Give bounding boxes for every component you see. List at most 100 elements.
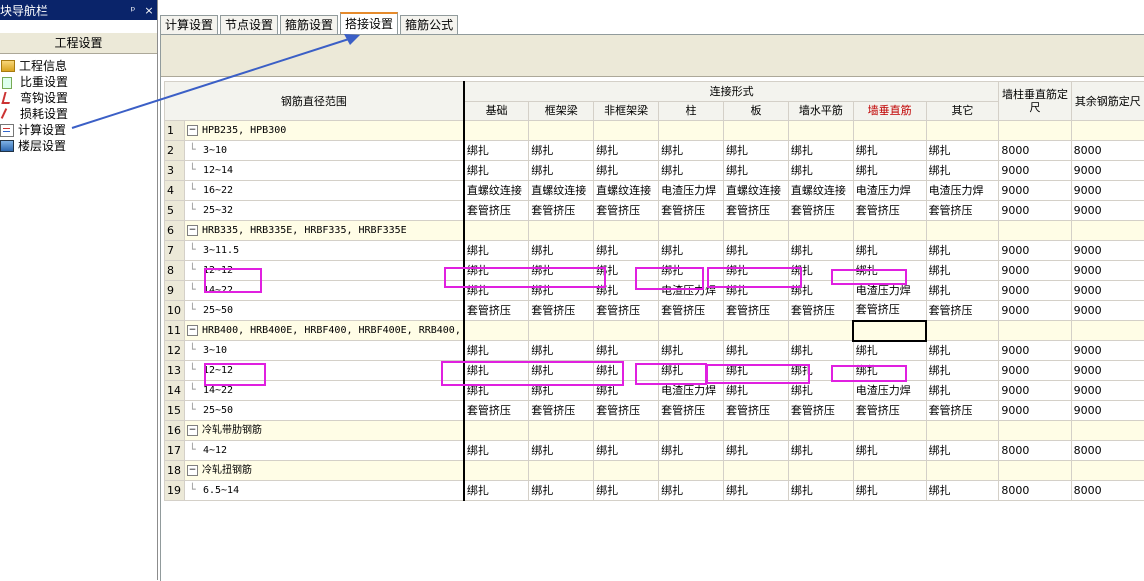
table-row[interactable]: 14└14~22绑扎绑扎绑扎电渣压力焊绑扎绑扎电渣压力焊绑扎90009000 <box>165 381 1144 401</box>
join-cell[interactable]: 绑扎 <box>788 341 853 361</box>
join-cell[interactable]: 套管挤压 <box>853 201 926 221</box>
other-fix-cell[interactable]: 8000 <box>1071 441 1144 461</box>
header-col-7[interactable]: 其它 <box>926 101 999 121</box>
other-fix-cell[interactable] <box>1071 461 1144 481</box>
join-cell[interactable]: 绑扎 <box>594 141 659 161</box>
join-cell[interactable] <box>659 421 724 441</box>
join-cell[interactable]: 绑扎 <box>659 261 724 281</box>
wall-fix-cell[interactable]: 9000 <box>999 341 1071 361</box>
table-row[interactable]: 17└4~12绑扎绑扎绑扎绑扎绑扎绑扎绑扎绑扎80008000 <box>165 441 1144 461</box>
join-cell[interactable]: 绑扎 <box>659 481 724 501</box>
nav-item-2[interactable]: 弯钩设置 <box>0 90 157 106</box>
join-cell[interactable]: 直螺纹连接 <box>788 181 853 201</box>
join-cell[interactable]: 直螺纹连接 <box>723 181 788 201</box>
join-cell[interactable]: 绑扎 <box>723 481 788 501</box>
tab-3[interactable]: 搭接设置 <box>340 12 398 34</box>
nav-section-project-settings[interactable]: 工程设置 <box>0 32 157 54</box>
other-fix-cell[interactable] <box>1071 321 1144 341</box>
row-number[interactable]: 9 <box>165 281 185 301</box>
join-cell[interactable]: 套管挤压 <box>853 401 926 421</box>
join-cell[interactable]: 绑扎 <box>659 241 724 261</box>
join-cell[interactable]: 电渣压力焊 <box>659 381 724 401</box>
header-col-4[interactable]: 板 <box>723 101 788 121</box>
table-row[interactable]: 9└14~22绑扎绑扎绑扎电渣压力焊绑扎绑扎电渣压力焊绑扎90009000 <box>165 281 1144 301</box>
collapse-icon[interactable]: − <box>187 225 198 236</box>
join-cell[interactable]: 绑扎 <box>594 341 659 361</box>
join-cell[interactable] <box>788 221 853 241</box>
wall-fix-cell[interactable]: 9000 <box>999 161 1071 181</box>
other-fix-cell[interactable]: 9000 <box>1071 381 1144 401</box>
join-cell[interactable] <box>723 461 788 481</box>
join-cell[interactable]: 绑扎 <box>926 241 999 261</box>
join-cell[interactable]: 绑扎 <box>723 361 788 381</box>
join-cell[interactable]: 绑扎 <box>788 261 853 281</box>
collapse-icon[interactable]: − <box>187 125 198 136</box>
join-cell[interactable] <box>659 221 724 241</box>
join-cell[interactable]: 绑扎 <box>594 361 659 381</box>
other-fix-cell[interactable]: 8000 <box>1071 141 1144 161</box>
range-cell[interactable]: └12~12 <box>184 361 463 381</box>
join-cell[interactable]: 绑扎 <box>659 161 724 181</box>
row-number[interactable]: 2 <box>165 141 185 161</box>
close-icon[interactable]: × <box>141 4 157 17</box>
group-row[interactable]: 11−HRB400, HRB400E, HRBF400, HRBF400E, R… <box>165 321 1144 341</box>
join-cell[interactable]: 绑扎 <box>853 361 926 381</box>
join-cell[interactable]: 绑扎 <box>464 141 529 161</box>
join-cell[interactable] <box>594 221 659 241</box>
join-cell[interactable]: 绑扎 <box>659 361 724 381</box>
join-cell[interactable]: 绑扎 <box>659 441 724 461</box>
join-cell[interactable]: 绑扎 <box>853 341 926 361</box>
row-number[interactable]: 6 <box>165 221 185 241</box>
join-cell[interactable]: 直螺纹连接 <box>464 181 529 201</box>
join-cell[interactable]: 套管挤压 <box>926 201 999 221</box>
range-cell[interactable]: └4~12 <box>184 441 463 461</box>
other-fix-cell[interactable]: 9000 <box>1071 281 1144 301</box>
join-cell[interactable] <box>464 321 529 341</box>
row-number[interactable]: 17 <box>165 441 185 461</box>
wall-fix-cell[interactable] <box>999 121 1071 141</box>
join-cell[interactable]: 套管挤压 <box>723 401 788 421</box>
join-cell[interactable]: 绑扎 <box>926 481 999 501</box>
join-cell[interactable]: 绑扎 <box>853 161 926 181</box>
join-cell[interactable]: 绑扎 <box>723 381 788 401</box>
row-number[interactable]: 1 <box>165 121 185 141</box>
join-cell[interactable]: 套管挤压 <box>926 401 999 421</box>
join-cell[interactable]: 直螺纹连接 <box>529 181 594 201</box>
header-col-3[interactable]: 柱 <box>659 101 724 121</box>
header-col-2[interactable]: 非框架梁 <box>594 101 659 121</box>
join-cell[interactable]: 电渣压力焊 <box>853 381 926 401</box>
join-cell[interactable] <box>853 461 926 481</box>
join-cell[interactable] <box>659 321 724 341</box>
other-fix-cell[interactable] <box>1071 421 1144 441</box>
wall-fix-cell[interactable]: 9000 <box>999 281 1071 301</box>
join-cell[interactable]: 绑扎 <box>594 261 659 281</box>
wall-fix-cell[interactable]: 9000 <box>999 181 1071 201</box>
range-cell[interactable]: −HPB235, HPB300 <box>184 121 463 141</box>
join-cell[interactable]: 套管挤压 <box>788 201 853 221</box>
join-cell[interactable]: 绑扎 <box>529 341 594 361</box>
wall-fix-cell[interactable]: 9000 <box>999 401 1071 421</box>
wall-fix-cell[interactable]: 9000 <box>999 301 1071 321</box>
join-cell[interactable]: 绑扎 <box>723 441 788 461</box>
wall-fix-cell[interactable]: 8000 <box>999 481 1071 501</box>
join-cell[interactable]: 直螺纹连接 <box>594 181 659 201</box>
join-cell[interactable]: 电渣压力焊 <box>853 281 926 301</box>
group-row[interactable]: 6−HRB335, HRB335E, HRBF335, HRBF335E <box>165 221 1144 241</box>
join-cell[interactable]: 绑扎 <box>926 441 999 461</box>
range-cell[interactable]: −HRB335, HRB335E, HRBF335, HRBF335E <box>184 221 463 241</box>
join-cell[interactable]: 绑扎 <box>788 381 853 401</box>
header-col-5[interactable]: 墙水平筋 <box>788 101 853 121</box>
join-cell[interactable]: 绑扎 <box>594 241 659 261</box>
nav-item-1[interactable]: 比重设置 <box>0 74 157 90</box>
join-cell[interactable]: 绑扎 <box>788 141 853 161</box>
other-fix-cell[interactable]: 9000 <box>1071 401 1144 421</box>
table-row[interactable]: 3└12~14绑扎绑扎绑扎绑扎绑扎绑扎绑扎绑扎90009000 <box>165 161 1144 181</box>
join-cell[interactable]: 绑扎 <box>788 281 853 301</box>
range-cell[interactable]: └14~22 <box>184 281 463 301</box>
tab-1[interactable]: 节点设置 <box>220 15 278 34</box>
row-number[interactable]: 12 <box>165 341 185 361</box>
join-cell[interactable] <box>464 221 529 241</box>
join-cell[interactable]: 绑扎 <box>529 481 594 501</box>
nav-item-3[interactable]: 损耗设置 <box>0 106 157 122</box>
join-cell[interactable] <box>529 421 594 441</box>
